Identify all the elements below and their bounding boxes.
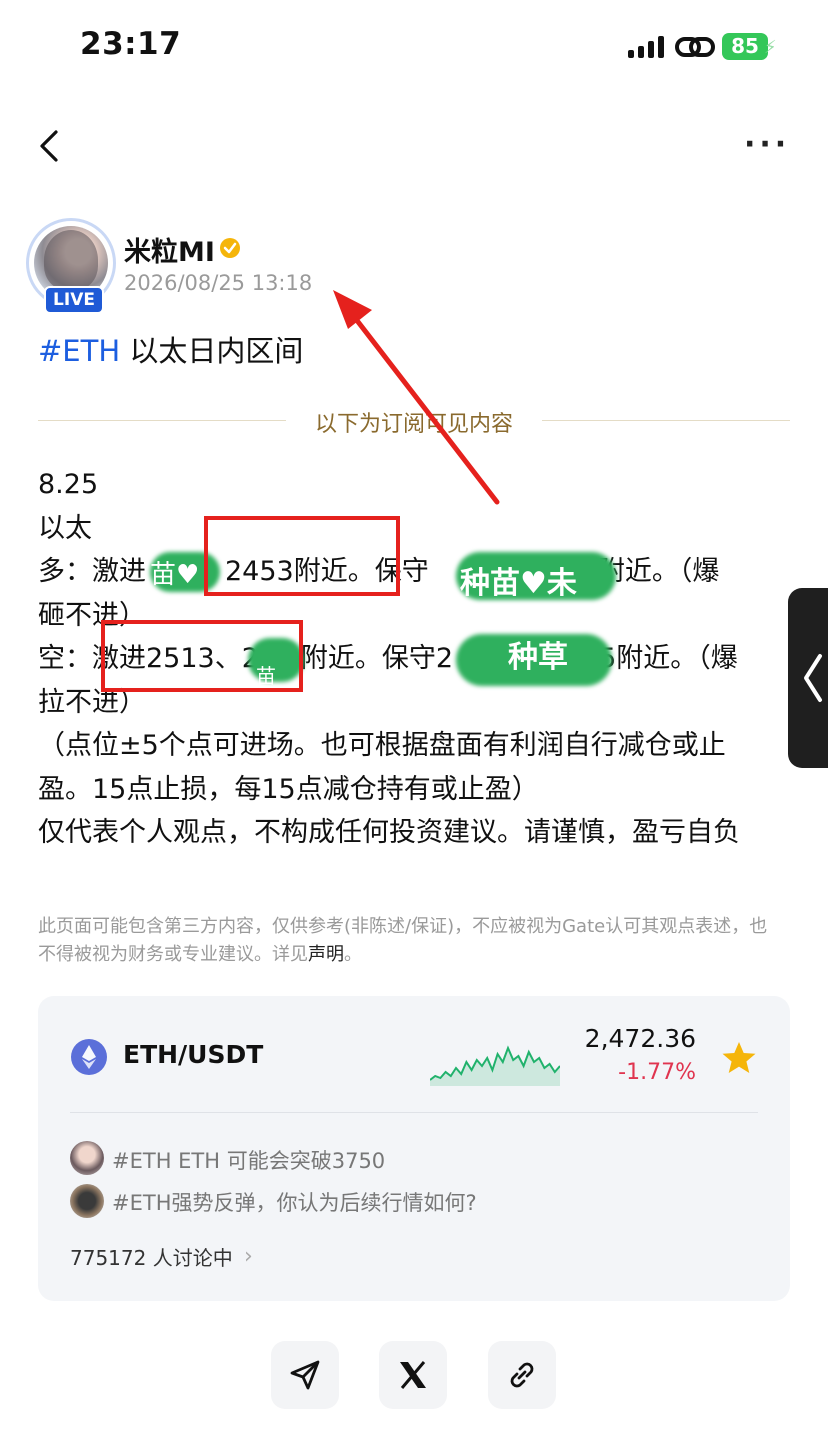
link-icon: [510, 1362, 534, 1388]
side-handle-chevron-icon: [804, 654, 822, 702]
verified-icon: [220, 238, 240, 258]
star-icon[interactable]: [720, 1039, 758, 1077]
author-avatar[interactable]: LIVE: [26, 218, 120, 314]
price-sparkline: [430, 1045, 560, 1086]
x-icon: [400, 1361, 426, 1389]
divider-left: [38, 420, 286, 421]
market-price: 2,472.36: [584, 1024, 696, 1053]
body-date: 8.25: [38, 469, 99, 500]
card-divider: [70, 1112, 758, 1113]
charging-bolt-icon: ⚡: [764, 37, 777, 58]
body-asset: 以太: [38, 512, 92, 544]
body-long-line: 多：激进 、2453附近。保守 8附近。（爆: [38, 556, 720, 587]
more-icon[interactable]: ···: [744, 130, 788, 160]
link-status-icon: [675, 37, 715, 57]
battery-indicator: 85 ⚡: [722, 33, 777, 60]
body-note: （点位±5个点可进场。也可根据盘面有利润自行减仓或止盈。15点止损，每15点减仓…: [38, 730, 726, 805]
blurred-overlay-1-text: 苗♥: [150, 560, 200, 590]
live-badge: LIVE: [44, 286, 104, 314]
status-time: 23:17: [80, 26, 182, 62]
topic-avatar-2: [70, 1184, 104, 1218]
annotation-box-short: [101, 620, 303, 692]
chevron-right-icon[interactable]: ›: [244, 1244, 253, 1269]
share-send-button[interactable]: [271, 1341, 339, 1409]
post-timestamp: 2026/08/25 13:18: [124, 271, 313, 295]
price-change: -1.77%: [618, 1060, 696, 1085]
divider-right: [542, 420, 790, 421]
statement-link[interactable]: 声明: [308, 944, 344, 965]
topic-avatar-1: [70, 1141, 104, 1175]
back-icon[interactable]: [30, 122, 70, 170]
author-name[interactable]: 米粒MI: [124, 230, 215, 269]
post-title-text: 以太日内区间: [120, 334, 304, 368]
eth-icon: [71, 1039, 107, 1075]
legal-disclaimer: 此页面可能包含第三方内容，仅供参考(非陈述/保证)，不应被视为Gate认可其观点…: [38, 916, 768, 965]
post-title: #ETH 以太日内区间: [38, 328, 303, 370]
side-panel-handle[interactable]: [788, 588, 828, 768]
send-icon: [290, 1360, 320, 1390]
topic-item-2[interactable]: #ETH强势反弹，你认为后续行情如何?: [112, 1187, 477, 1217]
body-disclaimer: 仅代表个人观点，不构成任何投资建议。请谨慎，盈亏自负: [38, 817, 740, 848]
copy-link-button[interactable]: [488, 1341, 556, 1409]
trading-pair[interactable]: ETH/USDT: [123, 1040, 263, 1069]
signal-icon: [628, 36, 664, 58]
discussion-count[interactable]: 775172 人讨论中: [70, 1242, 233, 1271]
share-x-button[interactable]: [379, 1341, 447, 1409]
subscriber-content-label: 以下为订阅可见内容: [300, 406, 528, 438]
annotation-box-long: [204, 516, 400, 596]
hashtag-link[interactable]: #ETH: [38, 334, 120, 368]
battery-level: 85: [731, 34, 759, 58]
topic-item-1[interactable]: #ETH ETH 可能会突破3750: [112, 1145, 385, 1175]
blurred-overlay-2-text: 种苗♥未: [460, 566, 577, 601]
blurred-overlay-3-text: 种草: [508, 640, 568, 675]
